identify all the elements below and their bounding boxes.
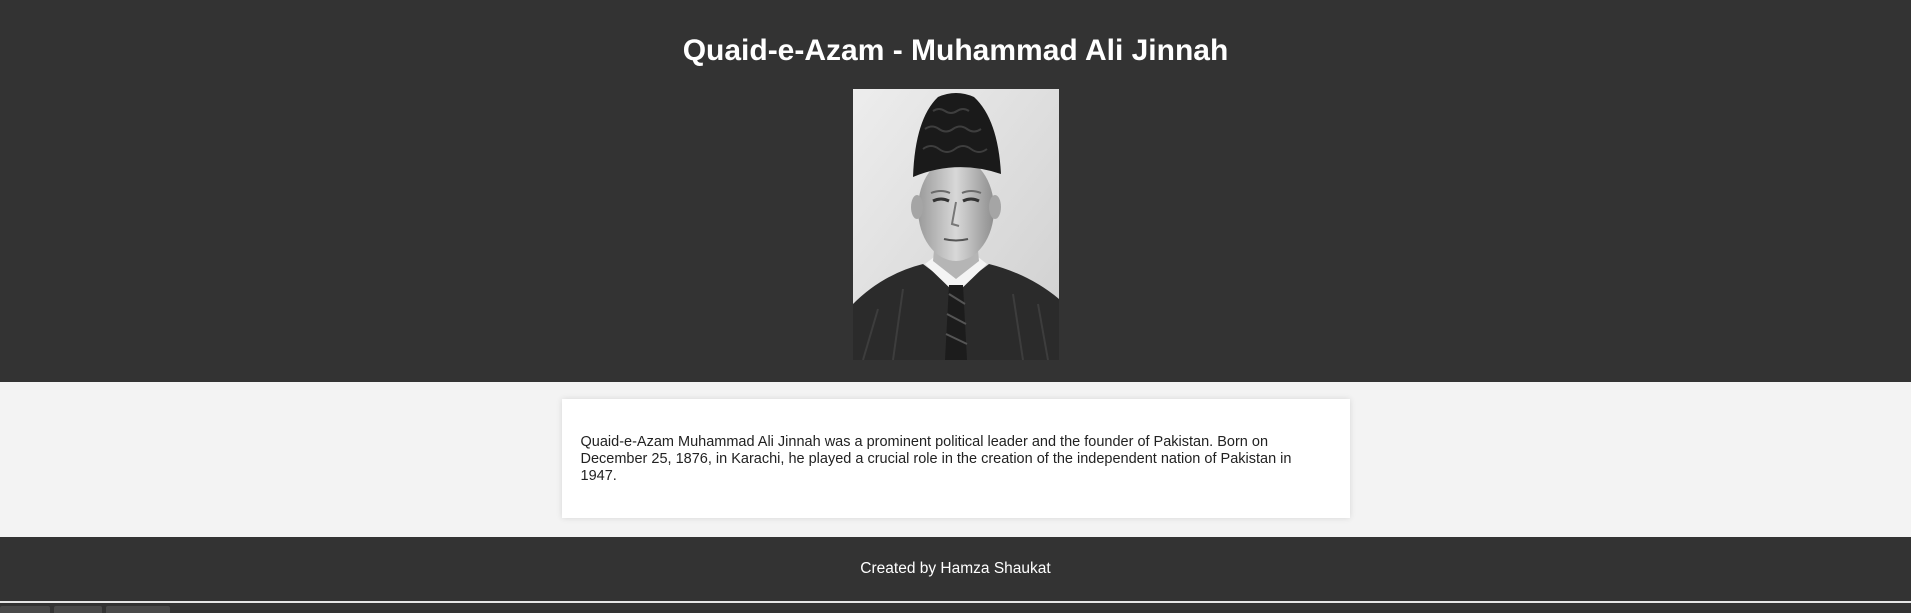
- taskbar-button[interactable]: [106, 606, 170, 613]
- bio-card: Quaid-e-Azam Muhammad Ali Jinnah was a p…: [561, 399, 1350, 518]
- page-header: Quaid-e-Azam - Muhammad Ali Jinnah: [0, 0, 1911, 382]
- taskbar-button[interactable]: [0, 606, 50, 613]
- main-content: Quaid-e-Azam Muhammad Ali Jinnah was a p…: [0, 382, 1911, 537]
- bio-text: Quaid-e-Azam Muhammad Ali Jinnah was a p…: [580, 434, 1292, 484]
- portrait-image: [852, 89, 1059, 360]
- footer-credit: Created by Hamza Shaukat: [860, 560, 1051, 577]
- page-title: Quaid-e-Azam - Muhammad Ali Jinnah: [682, 34, 1229, 67]
- taskbar-button[interactable]: [54, 606, 102, 613]
- page-footer: Created by Hamza Shaukat: [0, 537, 1911, 603]
- taskbar-strip: [0, 603, 1911, 613]
